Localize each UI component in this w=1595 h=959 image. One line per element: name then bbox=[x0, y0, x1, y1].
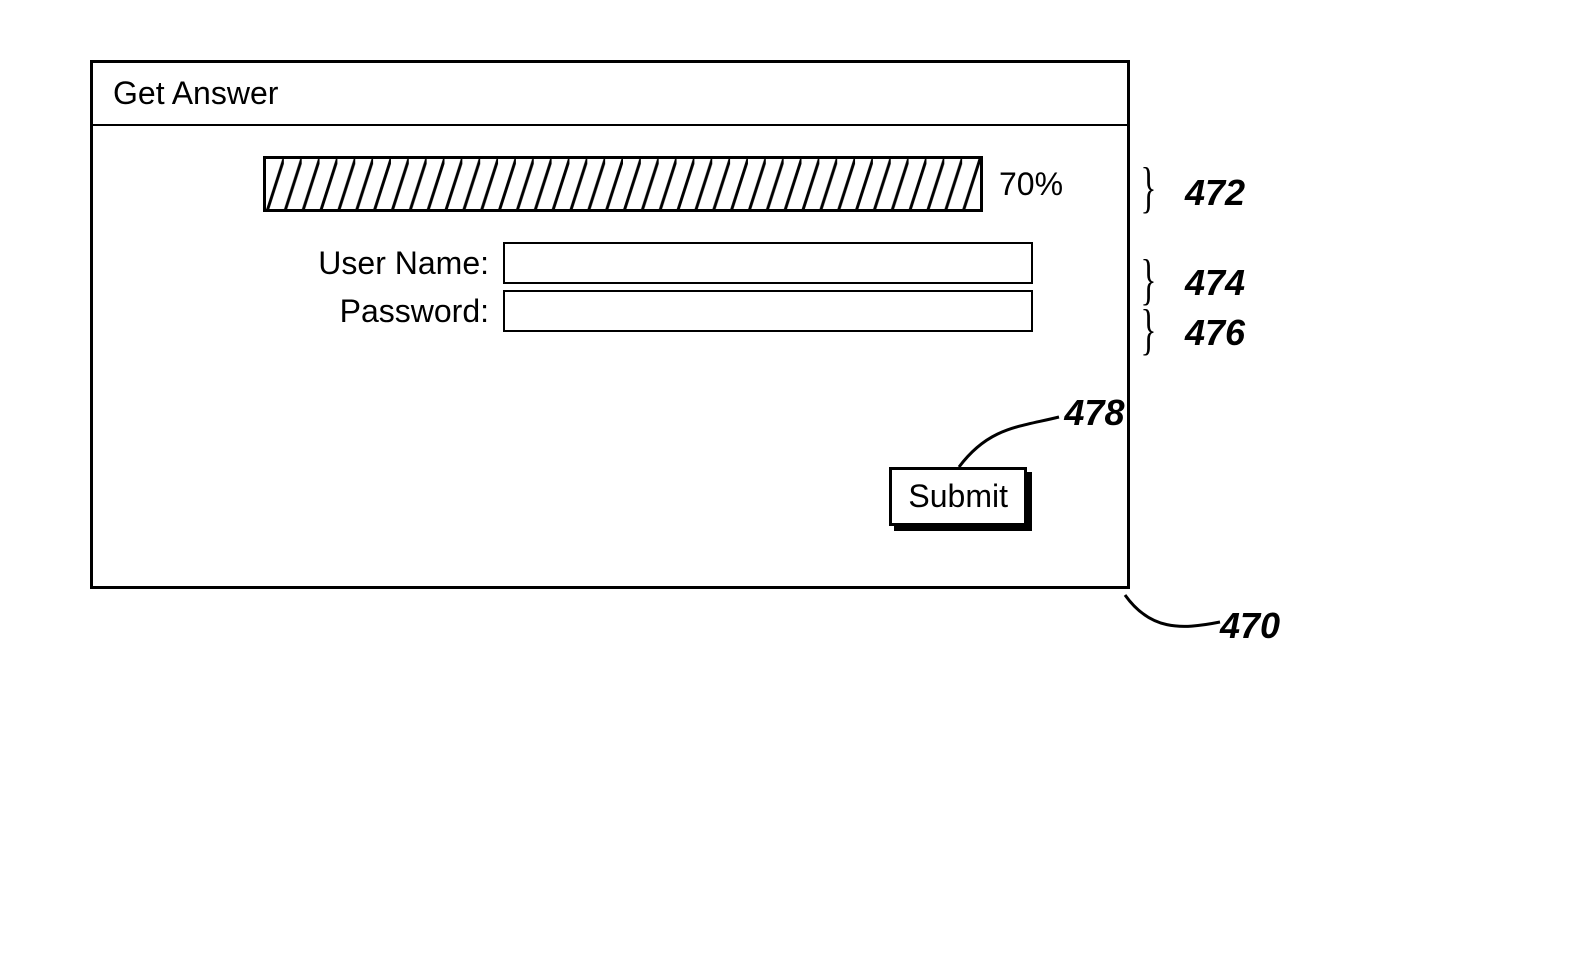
submit-button[interactable]: Submit bbox=[889, 467, 1027, 526]
progress-row: 70% bbox=[263, 156, 1087, 212]
username-label: User Name: bbox=[263, 245, 503, 282]
brace-icon: } bbox=[1140, 302, 1156, 358]
progress-percent-label: 70% bbox=[999, 166, 1063, 203]
brace-icon: } bbox=[1140, 160, 1156, 216]
callout-username: 474 bbox=[1185, 262, 1245, 304]
callout-password: 476 bbox=[1185, 312, 1245, 354]
window-content: 70% User Name: Password: 478 Submit bbox=[93, 126, 1127, 586]
callout-progress: 472 bbox=[1185, 172, 1245, 214]
password-input[interactable] bbox=[503, 290, 1033, 332]
progress-bar bbox=[263, 156, 983, 212]
username-row: User Name: bbox=[263, 242, 1087, 284]
callout-window: 470 bbox=[1220, 605, 1280, 647]
callout-submit: 478 bbox=[1064, 392, 1124, 434]
dialog-window: Get Answer 70% User Name: bbox=[90, 60, 1130, 589]
diagram-container: Get Answer 70% User Name: bbox=[90, 60, 1190, 589]
progress-hatch-icon bbox=[266, 159, 980, 212]
submit-area: 478 Submit bbox=[889, 467, 1027, 526]
password-label: Password: bbox=[263, 293, 503, 330]
window-title: Get Answer bbox=[93, 63, 1127, 126]
password-row: Password: bbox=[263, 290, 1087, 332]
username-input[interactable] bbox=[503, 242, 1033, 284]
